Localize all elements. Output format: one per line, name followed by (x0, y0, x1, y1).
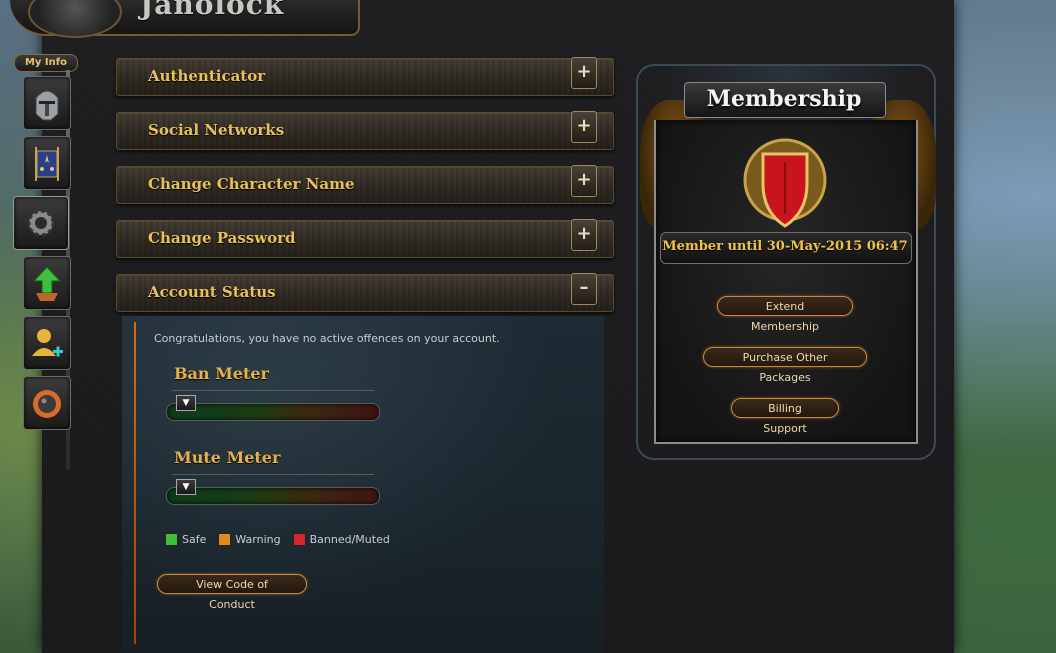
legend-banned-label: Banned/Muted (309, 533, 390, 546)
nav-upgrade-button[interactable] (23, 256, 71, 310)
social-networks-row[interactable]: Social Networks + (116, 111, 614, 150)
change-password-row[interactable]: Change Password + (116, 219, 614, 258)
purchase-other-packages-button[interactable]: Purchase Other Packages (703, 347, 867, 384)
billing-support-button[interactable]: Billing Support (731, 398, 839, 435)
ban-meter-marker: ▼ (176, 395, 196, 411)
expand-plus-icon[interactable]: + (571, 165, 597, 197)
membership-title: Membership (706, 86, 862, 112)
extend-membership-button[interactable]: Extend Membership (717, 296, 853, 333)
social-networks-label: Social Networks (148, 121, 285, 139)
meter-legend: Safe Warning Banned/Muted (165, 533, 390, 546)
ban-meter-title: Ban Meter (174, 364, 269, 383)
status-message: Congratulations, you have no active offe… (154, 332, 500, 345)
ban-meter-underline (172, 390, 374, 391)
legend-safe-label: Safe (182, 533, 207, 546)
logo-text: Janolock (140, 0, 285, 21)
nav-bomb-button[interactable] (23, 376, 71, 430)
nav-banner-button[interactable] (23, 136, 71, 190)
membership-until-text: Member until 30-May-2015 06:47 (662, 239, 908, 254)
header-logo-strip: Janolock (10, 0, 360, 38)
account-status-row[interactable]: Account Status – (116, 273, 614, 312)
legend-safe-swatch (165, 533, 178, 546)
authenticator-label: Authenticator (148, 67, 266, 85)
shield-crest-icon (743, 138, 827, 228)
legend-banned-swatch (292, 533, 306, 546)
mute-meter-title: Mute Meter (174, 448, 281, 467)
nav-gear-button[interactable] (13, 196, 69, 250)
legend-safe: Safe (165, 533, 206, 546)
ban-meter-bar (166, 403, 380, 421)
gear-icon (27, 209, 55, 237)
status-accent-line (134, 322, 136, 644)
upgrade-arrow-icon (32, 266, 62, 301)
collapse-minus-icon[interactable]: – (571, 273, 597, 305)
change-character-name-row[interactable]: Change Character Name + (116, 165, 614, 204)
authenticator-row[interactable]: Authenticator + (116, 57, 614, 96)
nav-helmet-button[interactable] (23, 76, 71, 130)
add-user-icon (32, 329, 63, 357)
bomb-icon (33, 390, 61, 418)
logo-emblem (28, 0, 122, 38)
legend-warning-label: Warning (235, 533, 281, 546)
expand-plus-icon[interactable]: + (571, 57, 597, 89)
change-character-name-label: Change Character Name (148, 175, 355, 193)
legend-warning: Warning (218, 533, 281, 546)
nav-add-user-button[interactable] (23, 316, 71, 370)
banner-icon (35, 147, 59, 181)
change-password-label: Change Password (148, 229, 296, 247)
account-status-label: Account Status (148, 283, 276, 301)
expand-plus-icon[interactable]: + (571, 219, 597, 251)
mute-meter-marker: ▼ (176, 479, 196, 495)
legend-banned: Banned/Muted (292, 533, 390, 546)
expand-plus-icon[interactable]: + (571, 111, 597, 143)
legend-warning-swatch (218, 533, 232, 546)
mute-meter-bar (166, 487, 380, 505)
view-code-of-conduct-button[interactable]: View Code of Conduct (157, 574, 307, 611)
helmet-icon (35, 90, 59, 121)
mute-meter-underline (172, 474, 374, 475)
